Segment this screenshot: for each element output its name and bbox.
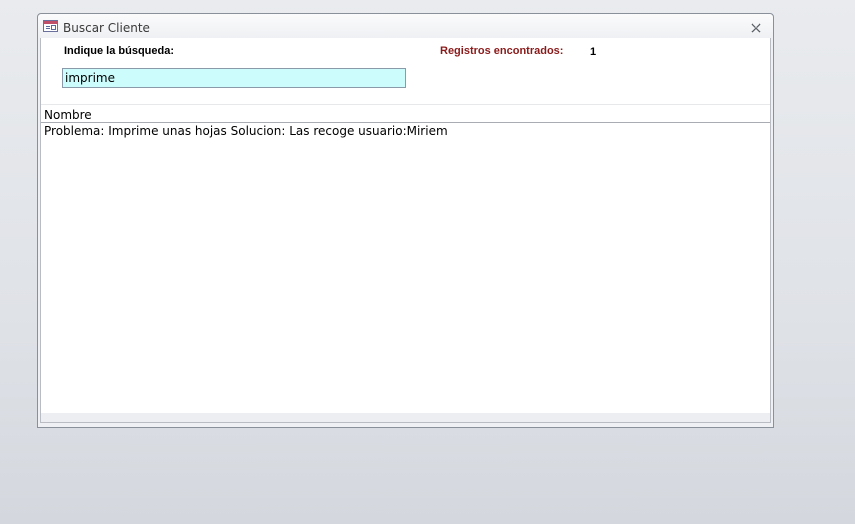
column-header-nombre: Nombre: [44, 108, 92, 122]
header-divider: [41, 104, 770, 105]
close-icon[interactable]: [749, 20, 763, 34]
search-input[interactable]: [62, 68, 406, 88]
form-body: Indique la búsqueda: Registros encontrad…: [40, 38, 771, 423]
search-label: Indique la búsqueda:: [64, 45, 175, 57]
results-count: 1: [590, 46, 597, 58]
title-bar[interactable]: Buscar Cliente: [38, 14, 773, 38]
window-title: Buscar Cliente: [63, 21, 150, 35]
list-item[interactable]: Problema: Imprime unas hojas Solucion: L…: [44, 124, 448, 138]
results-label: Registros encontrados:: [440, 45, 564, 57]
results-list[interactable]: Problema: Imprime unas hojas Solucion: L…: [41, 123, 770, 416]
form-icon: [43, 20, 58, 32]
bottom-bar: [41, 413, 770, 422]
search-client-window: Buscar Cliente Indique la búsqueda: Regi…: [37, 13, 774, 428]
